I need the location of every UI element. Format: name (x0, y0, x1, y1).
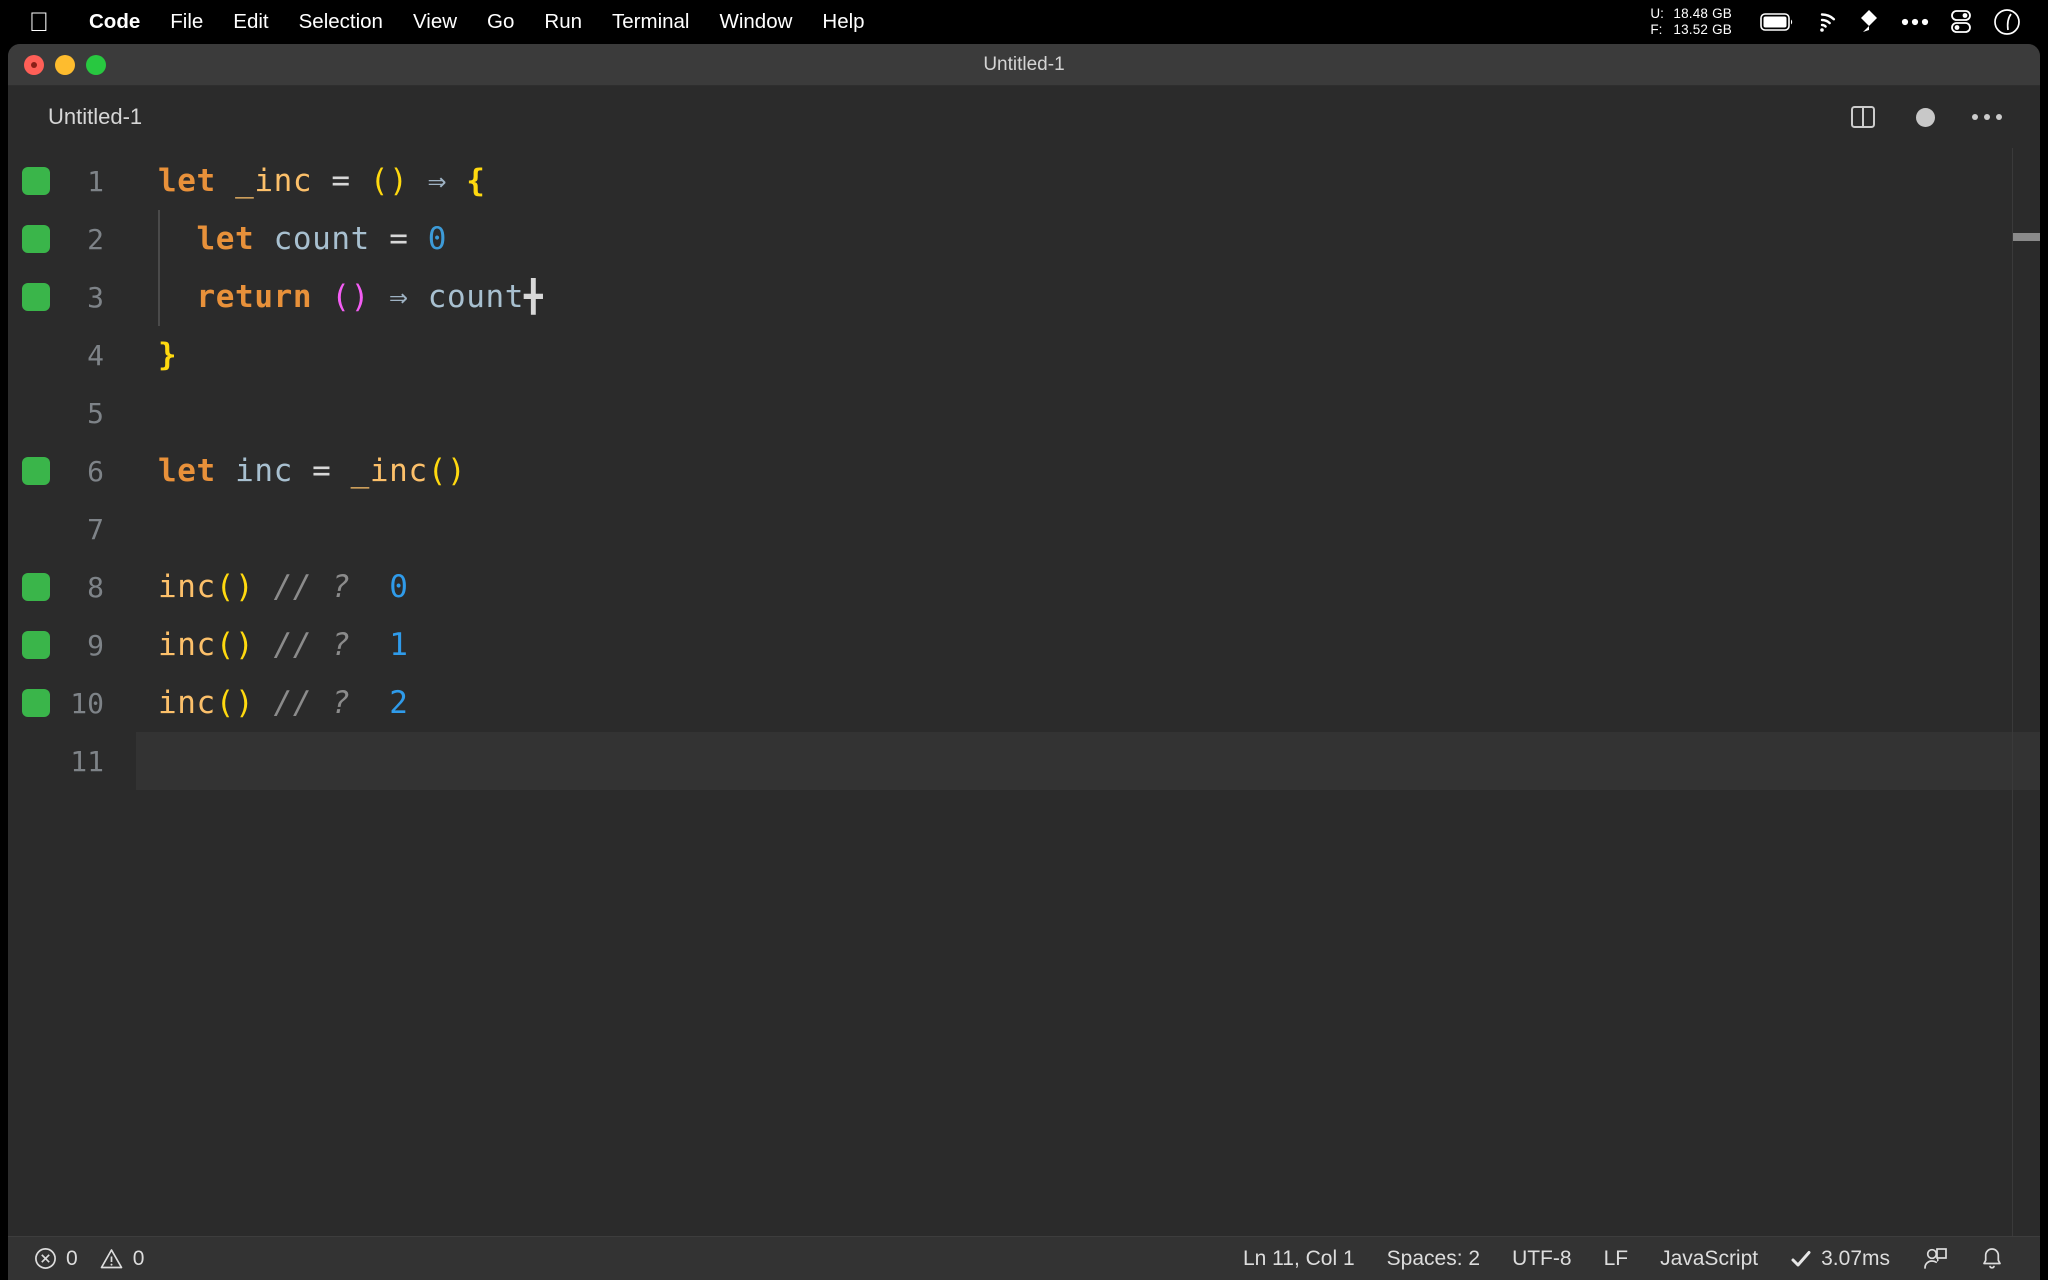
menu-item-edit[interactable]: Edit (218, 10, 283, 34)
line-number: 11 (70, 744, 104, 778)
run-time: 3.07ms (1821, 1246, 1890, 1270)
indent-guide (158, 268, 160, 326)
code-line[interactable]: 1 let _inc = () ⇒ { (8, 152, 2040, 210)
line-number: 4 (87, 338, 104, 372)
editor-vertical-scrollbar[interactable] (2012, 148, 2040, 1236)
code-line[interactable]: 9 inc() // ? 1 (8, 616, 2040, 674)
siri-icon[interactable] (1984, 0, 2030, 44)
bell-icon[interactable] (1964, 1246, 2020, 1272)
menu-item-run[interactable]: Run (529, 10, 597, 34)
code-line-content[interactable] (136, 732, 2040, 790)
code-lines-container: 1 let _inc = () ⇒ {2 let count = 03 retur… (8, 148, 2040, 790)
warning-count: 0 (132, 1246, 145, 1270)
code-line-content[interactable]: } (136, 326, 2040, 384)
editor-actions (1832, 86, 2018, 148)
breakpoint-marker-icon[interactable] (22, 283, 50, 311)
code-line-content[interactable]: let _inc = () ⇒ { (136, 152, 2040, 210)
encoding-setting[interactable]: UTF-8 (1496, 1247, 1588, 1271)
menubar-status-area: U: 18.48 GB F: 13.52 GB (1650, 0, 2030, 44)
wifi-icon[interactable] (1800, 0, 1846, 44)
code-line-content[interactable]: return () ⇒ count╋ (136, 268, 2040, 326)
code-line[interactable]: 7 (8, 500, 2040, 558)
more-actions-icon[interactable] (1956, 86, 2018, 148)
code-line[interactable]: 3 return () ⇒ count╋ (8, 268, 2040, 326)
code-text: inc() // ? 2 (158, 685, 409, 721)
window-titlebar: Untitled-1 (8, 44, 2040, 86)
battery-icon[interactable] (1754, 0, 1800, 44)
scrollbar-thumb[interactable] (2013, 233, 2040, 241)
breakpoint-marker-icon[interactable] (22, 689, 50, 717)
window-title: Untitled-1 (983, 53, 1065, 75)
ellipsis-icon[interactable] (1892, 0, 1938, 44)
memory-used-label: U: (1650, 6, 1664, 21)
problems-indicator[interactable]: 0 0 (34, 1247, 160, 1271)
error-count: 0 (66, 1246, 78, 1270)
menu-item-view[interactable]: View (398, 10, 472, 34)
line-number: 7 (87, 512, 104, 546)
code-line[interactable]: 2 let count = 0 (8, 210, 2040, 268)
code-line[interactable]: 8 inc() // ? 0 (8, 558, 2040, 616)
code-line[interactable]: 11 (8, 732, 2040, 790)
code-line-content[interactable] (136, 500, 2040, 558)
menu-item-window[interactable]: Window (704, 10, 807, 34)
code-line[interactable]: 5 (8, 384, 2040, 442)
memory-readout: U: 18.48 GB F: 13.52 GB (1650, 6, 1732, 38)
editor-tabbar: Untitled-1 (8, 86, 2040, 148)
apple-logo-icon[interactable]:  (26, 7, 52, 37)
tab-label: Untitled-1 (48, 104, 143, 129)
code-line-content[interactable]: inc() // ? 2 (136, 674, 2040, 732)
run-status[interactable]: 3.07ms (1774, 1247, 1906, 1271)
code-line[interactable]: 10 inc() // ? 2 (8, 674, 2040, 732)
menu-item-file[interactable]: File (155, 10, 218, 34)
split-editor-icon[interactable] (1832, 86, 1894, 148)
code-line-content[interactable]: let inc = _inc() (136, 442, 2040, 500)
breakpoint-marker-icon[interactable] (22, 457, 50, 485)
memory-used-value: 18.48 GB (1673, 6, 1732, 21)
menu-item-selection[interactable]: Selection (284, 10, 398, 34)
memory-free-label: F: (1650, 22, 1663, 37)
memory-free-value: 13.52 GB (1673, 22, 1732, 37)
code-text: let _inc = () ⇒ { (158, 163, 486, 199)
menu-item-help[interactable]: Help (807, 10, 879, 34)
code-text: let inc = _inc() (158, 453, 467, 489)
dropbox-icon[interactable] (1846, 0, 1892, 44)
code-text: inc() // ? 0 (158, 569, 409, 605)
checkmark-icon (1790, 1249, 1812, 1269)
cursor-position[interactable]: Ln 11, Col 1 (1227, 1247, 1371, 1271)
status-bar: 0 0 Ln 11, Col 1 Spaces: 2 UTF-8 LF Java… (8, 1236, 2040, 1280)
indentation-setting[interactable]: Spaces: 2 (1371, 1247, 1496, 1271)
code-editor[interactable]: 1 let _inc = () ⇒ {2 let count = 03 retur… (8, 148, 2040, 1236)
menu-item-terminal[interactable]: Terminal (597, 10, 704, 34)
code-text: } (158, 337, 178, 373)
code-line-content[interactable] (136, 384, 2040, 442)
language-mode[interactable]: JavaScript (1644, 1247, 1774, 1271)
tab-untitled-1[interactable]: Untitled-1 (8, 86, 169, 148)
breakpoint-marker-icon[interactable] (22, 167, 50, 195)
eol-setting[interactable]: LF (1588, 1247, 1645, 1271)
warning-triangle-icon (99, 1247, 124, 1270)
menu-item-go[interactable]: Go (472, 10, 529, 34)
account-icon[interactable] (1906, 1246, 1964, 1272)
macos-menubar:  CodeFileEditSelectionViewGoRunTerminal… (0, 0, 2048, 44)
code-line-content[interactable]: inc() // ? 1 (136, 616, 2040, 674)
code-line-content[interactable]: inc() // ? 0 (136, 558, 2040, 616)
control-center-icon[interactable] (1938, 0, 1984, 44)
menu-item-code[interactable]: Code (74, 10, 155, 34)
code-text: inc() // ? 1 (158, 627, 409, 663)
error-circle-icon (34, 1247, 57, 1270)
code-line[interactable]: 6 let inc = _inc() (8, 442, 2040, 500)
code-line[interactable]: 4} (8, 326, 2040, 384)
breakpoint-marker-icon[interactable] (22, 225, 50, 253)
code-line-content[interactable]: let count = 0 (136, 210, 2040, 268)
unsaved-dot-icon[interactable] (1894, 86, 1956, 148)
code-text: let count = 0 (196, 221, 447, 257)
breakpoint-marker-icon[interactable] (22, 573, 50, 601)
indent-guide (158, 210, 160, 268)
breakpoint-marker-icon[interactable] (22, 631, 50, 659)
vscode-window: Untitled-1 Untitled-1 1 let _inc = () ⇒ {… (8, 44, 2040, 1280)
line-number: 5 (87, 396, 104, 430)
code-text: return () ⇒ count╋ (196, 279, 544, 315)
